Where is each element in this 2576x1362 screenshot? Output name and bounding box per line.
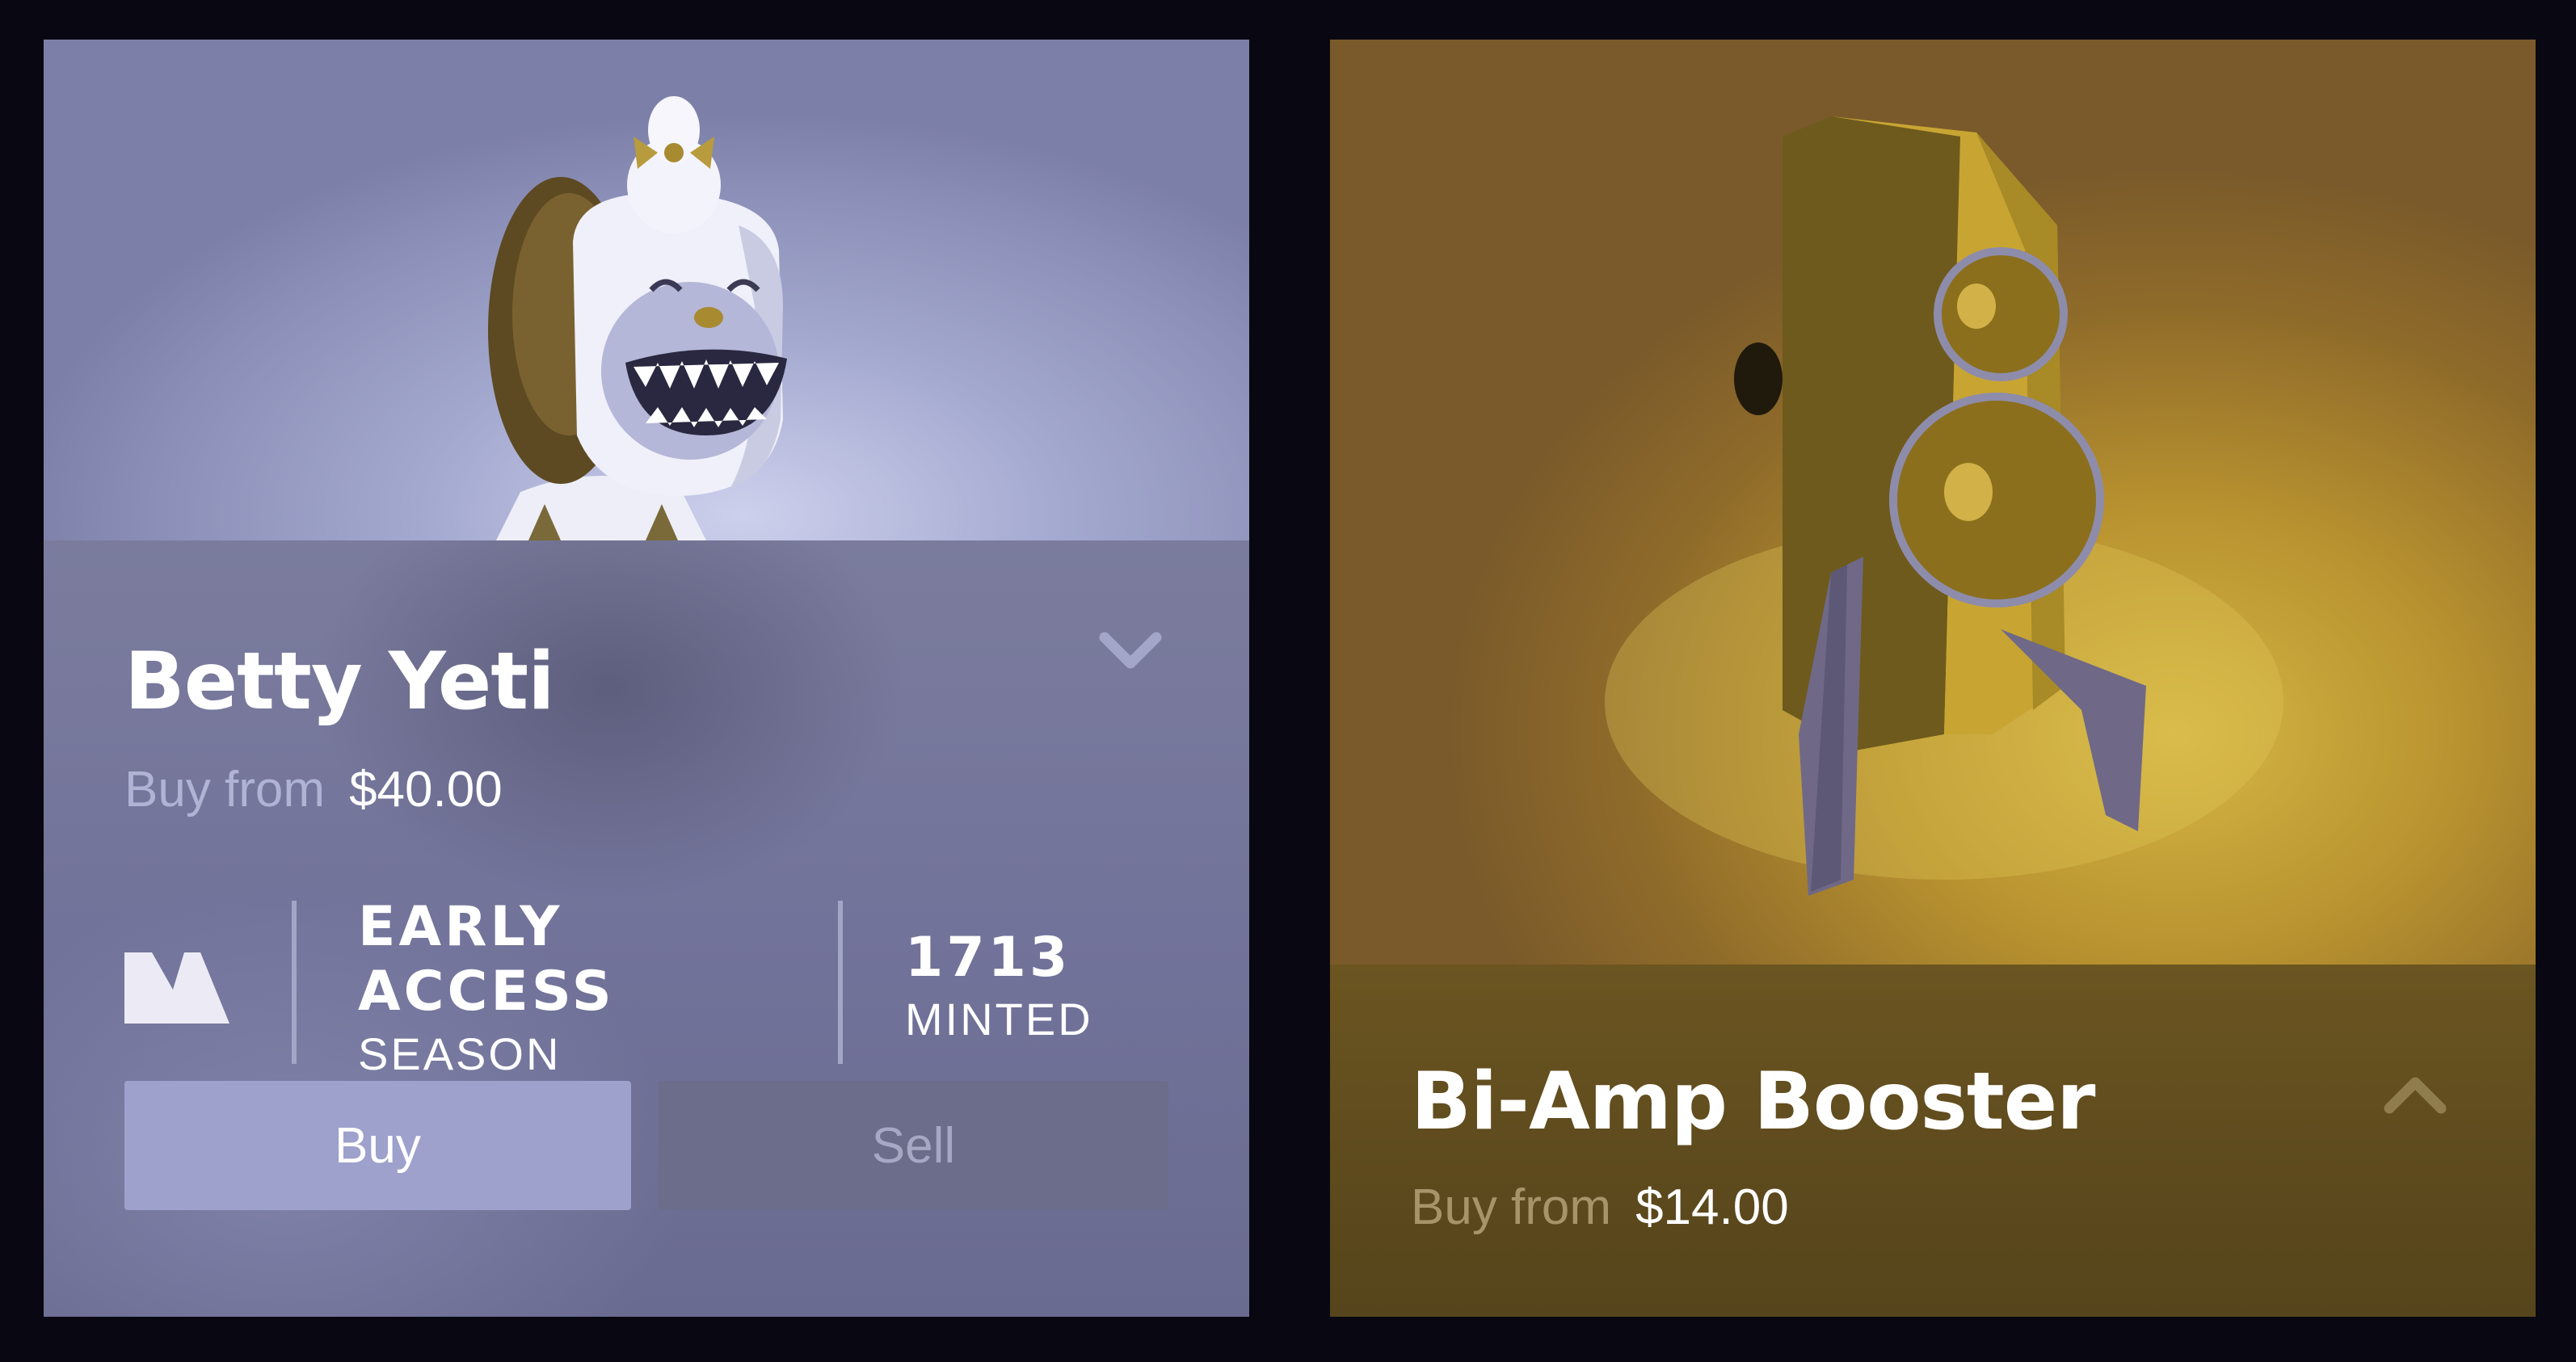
season-line-2: ACCESS	[358, 960, 615, 1024]
item-card-bi-amp-booster[interactable]: Bi-Amp Booster Buy from $14.00	[1330, 40, 2536, 1317]
sell-button[interactable]: Sell	[659, 1081, 1168, 1210]
divider	[292, 901, 297, 1064]
price-label: Buy from	[124, 762, 326, 818]
price-label: Buy from	[1411, 1179, 1612, 1235]
item-title: Betty Yeti	[124, 636, 555, 728]
buy-button-label: Buy	[335, 1117, 421, 1174]
booster-speaker-image	[1605, 116, 2283, 896]
price-value: $40.00	[349, 762, 503, 818]
yeti-figure-image	[488, 96, 787, 540]
price-row: Buy from $14.00	[1411, 1179, 1789, 1236]
divider	[838, 901, 843, 1064]
minted-count: 1713	[905, 926, 1071, 990]
collection-logo-icon	[124, 941, 229, 1024]
price-value: $14.00	[1635, 1179, 1789, 1235]
minted-label: MINTED	[905, 994, 1093, 1045]
season-line-1: EARLY	[358, 895, 563, 959]
item-card-betty-yeti[interactable]: Betty Yeti Buy from $40.00 EARLY ACCESS S…	[44, 40, 1249, 1317]
item-artwork	[1330, 40, 2536, 965]
price-row: Buy from $40.00	[124, 761, 503, 818]
season-line-3: SEASON	[358, 1028, 562, 1079]
sell-button-label: Sell	[871, 1117, 956, 1174]
item-title: Bi-Amp Booster	[1411, 1056, 2096, 1148]
chevron-down-icon[interactable]	[1098, 626, 1163, 675]
buy-button[interactable]: Buy	[124, 1081, 631, 1210]
item-artwork	[44, 40, 1249, 540]
chevron-up-icon[interactable]	[2383, 1071, 2448, 1120]
